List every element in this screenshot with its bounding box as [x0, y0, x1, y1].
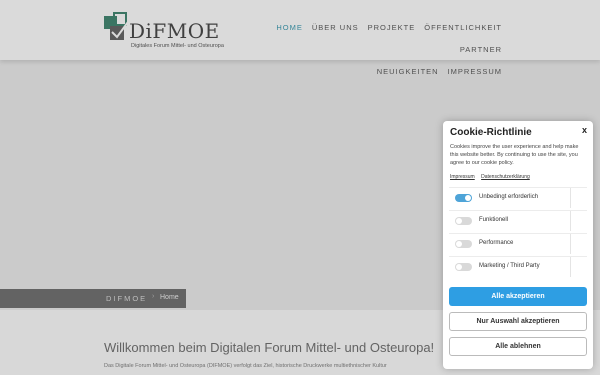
- toggle-required[interactable]: [455, 194, 472, 202]
- cookie-category-label: Funktionell: [479, 217, 509, 223]
- privacy-policy-link[interactable]: Datenschutzerklärung: [481, 174, 530, 180]
- cookie-category-row[interactable]: Unbedingt erforderlich: [449, 188, 587, 208]
- cookie-category-label: Marketing / Third Party: [479, 263, 540, 269]
- accept-all-button[interactable]: Alle akzeptieren: [449, 287, 587, 306]
- cookie-category-label: Performance: [479, 240, 514, 246]
- cookie-links: Impressum Datenschutzerklärung: [450, 174, 535, 180]
- cookie-category-row[interactable]: Performance: [449, 234, 587, 254]
- cookie-category-performance: Performance: [449, 233, 587, 254]
- divider: [570, 188, 571, 208]
- cookie-category-row[interactable]: Funktionell: [449, 211, 587, 231]
- cookie-category-label: Unbedingt erforderlich: [479, 194, 539, 200]
- cookie-category-required: Unbedingt erforderlich: [449, 187, 587, 208]
- toggle-functional[interactable]: [455, 217, 472, 225]
- cookie-category-marketing: Marketing / Third Party: [449, 256, 587, 277]
- toggle-performance[interactable]: [455, 240, 472, 248]
- divider: [570, 257, 571, 277]
- cookie-category-functional: Funktionell: [449, 210, 587, 231]
- divider: [570, 234, 571, 254]
- divider: [570, 211, 571, 231]
- cookie-dialog: Cookie-Richtlinie x Cookies improve the …: [443, 121, 593, 369]
- cookie-dialog-title: Cookie-Richtlinie: [450, 127, 532, 138]
- cookie-category-row[interactable]: Marketing / Third Party: [449, 257, 587, 277]
- reject-all-button[interactable]: Alle ablehnen: [449, 337, 587, 356]
- cookie-description: Cookies improve the user experience and …: [450, 144, 579, 166]
- close-icon[interactable]: x: [582, 125, 587, 135]
- accept-selection-button[interactable]: Nur Auswahl akzeptieren: [449, 312, 587, 331]
- impressum-link[interactable]: Impressum: [450, 174, 475, 180]
- toggle-marketing[interactable]: [455, 263, 472, 271]
